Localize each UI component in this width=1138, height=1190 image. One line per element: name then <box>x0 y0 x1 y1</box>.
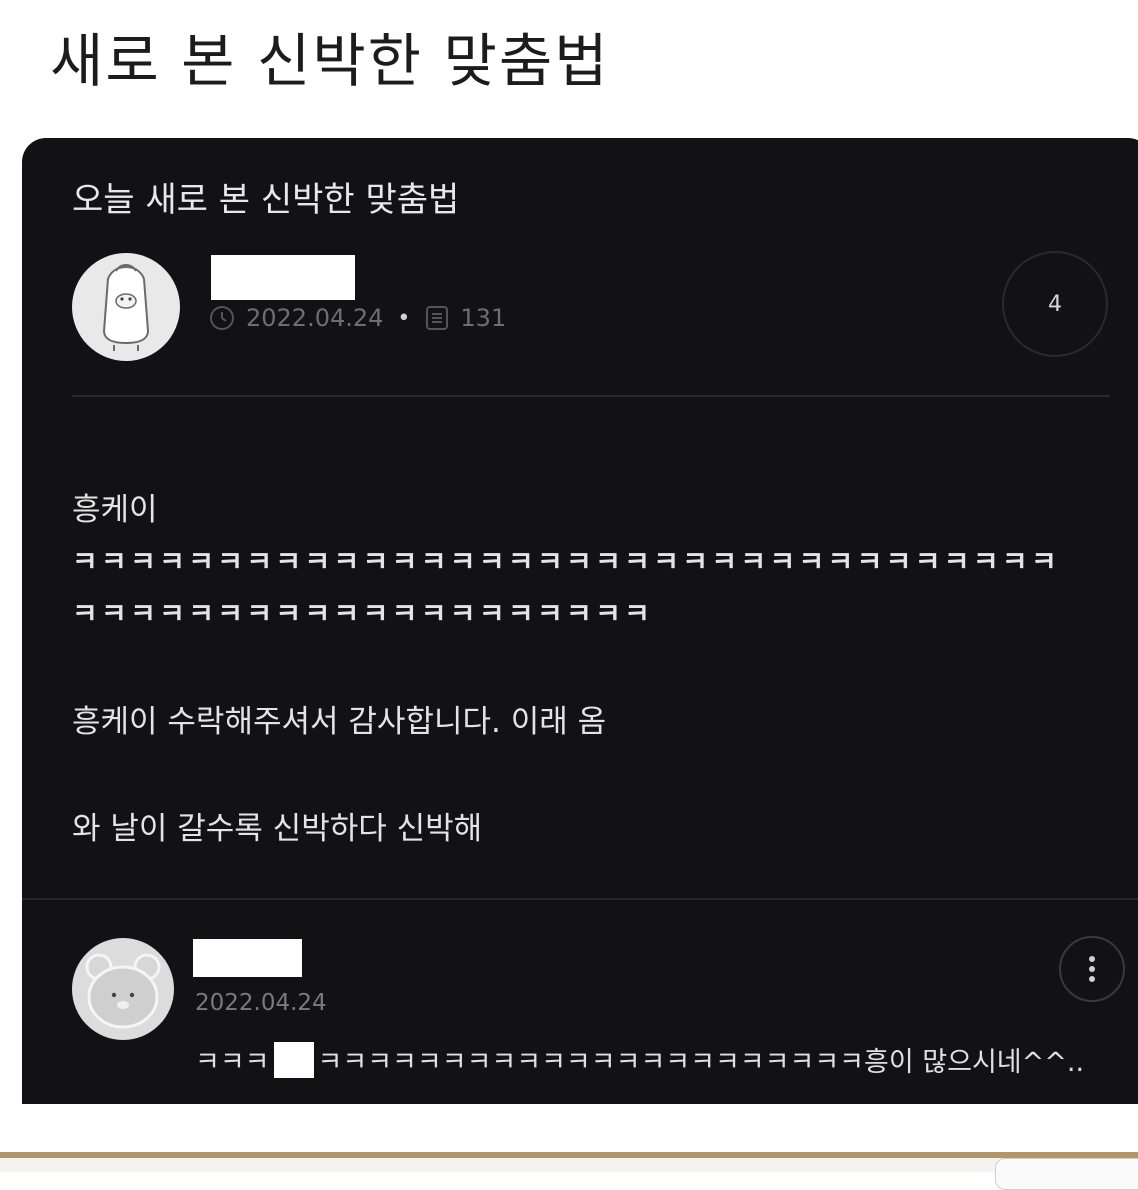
footer-tab[interactable] <box>995 1158 1138 1190</box>
character-avatar-icon <box>102 264 150 351</box>
post-body-line: 와 날이 갈수록 신박하다 신박해 <box>72 811 483 847</box>
footer-bar <box>0 1158 1138 1172</box>
post-body-line: ㅋㅋㅋㅋㅋㅋㅋㅋㅋㅋㅋㅋㅋㅋㅋㅋㅋㅋㅋㅋ <box>72 597 654 630</box>
vertical-dots-icon <box>1089 956 1095 982</box>
comment-count: 4 <box>1048 291 1062 317</box>
clock-icon <box>210 306 234 330</box>
commenter-name-redacted <box>193 939 302 977</box>
comment-text: ㅋㅋㅋ ㅋㅋㅋㅋㅋㅋㅋㅋㅋㅋㅋㅋㅋㅋㅋㅋㅋㅋㅋㅋㅋㅋ흥이 많으시네^^.. <box>195 1040 1084 1079</box>
post-title: 오늘 새로 본 신박한 맞춤법 <box>72 180 460 220</box>
document-icon <box>426 306 449 330</box>
author-name-redacted <box>211 255 355 300</box>
commenter-avatar[interactable] <box>72 938 174 1040</box>
page-heading: 새로 본 신박한 맞춤법 <box>50 27 610 95</box>
author-avatar[interactable] <box>72 253 180 361</box>
post-card: 오늘 새로 본 신박한 맞춤법 2022.04.24 • 131 4 흥케이 ㅋ… <box>22 138 1138 1104</box>
meta-separator: • <box>397 305 411 331</box>
comment-count-button[interactable]: 4 <box>1002 251 1108 357</box>
redaction-box <box>273 1041 314 1078</box>
view-count: 131 <box>460 304 507 332</box>
divider <box>72 395 1110 397</box>
divider <box>22 898 1138 900</box>
post-body-line: 흥케이 <box>72 492 158 528</box>
post-meta: 2022.04.24 • 131 <box>208 304 506 332</box>
post-body-line: ㅋㅋㅋㅋㅋㅋㅋㅋㅋㅋㅋㅋㅋㅋㅋㅋㅋㅋㅋㅋㅋㅋㅋㅋㅋㅋㅋㅋㅋㅋㅋㅋㅋㅋ <box>72 545 1061 578</box>
more-options-button[interactable] <box>1059 936 1125 1002</box>
comment-text-end: ㅋㅋㅋㅋㅋㅋㅋㅋㅋㅋㅋㅋㅋㅋㅋㅋㅋㅋㅋㅋㅋㅋ흥이 많으시네^^.. <box>317 1047 1085 1078</box>
comment-text-start: ㅋㅋㅋ <box>195 1047 270 1078</box>
comment-date: 2022.04.24 <box>195 990 327 1016</box>
post-body-line: 흥케이 수락해주셔서 감사합니다. 이래 옴 <box>72 704 607 740</box>
post-date: 2022.04.24 <box>246 304 384 332</box>
bear-avatar-icon <box>85 953 161 1029</box>
